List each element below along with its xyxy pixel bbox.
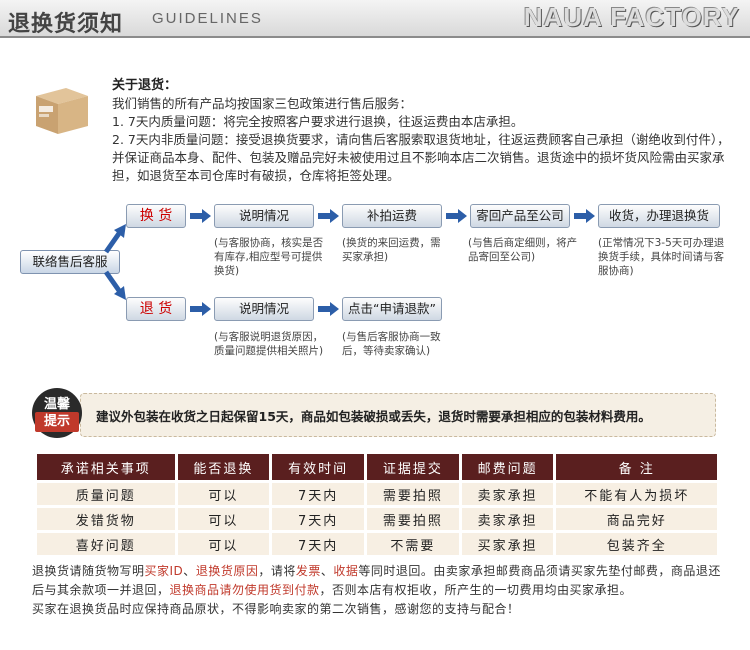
table-cell: 可以	[177, 508, 270, 530]
footer-highlight: 买家ID	[144, 564, 184, 578]
footer-notes: 退换货请随货物写明买家ID、退换货原因，请将发票、收据等同时退回。由卖家承担邮费…	[32, 562, 722, 619]
arrow-icon	[190, 213, 202, 219]
table-cell: 包装齐全	[556, 533, 717, 555]
table-header: 能否退换	[177, 454, 270, 480]
table-cell: 7天内	[272, 533, 365, 555]
exchange-note: (换货的来回运费，需买家承担)	[342, 237, 441, 263]
table-row: 喜好问题 可以 7天内 不需要 买家承担 包装齐全	[37, 533, 717, 555]
arrow-icon	[586, 209, 595, 223]
table-cell: 买家承担	[461, 533, 554, 555]
arrow-icon	[458, 209, 467, 223]
return-step: 点击“申请退款”	[342, 297, 442, 321]
intro-line: 2. 7天内非质量问题：接受退换货要求，请向售后客服索取退货地址，往返运费顾客自…	[112, 132, 730, 183]
table-cell: 发错货物	[37, 508, 175, 530]
tip-badge: 温馨 提示	[32, 388, 82, 438]
table-cell: 7天内	[272, 508, 365, 530]
tip-badge-bottom: 提示	[35, 412, 79, 432]
arrow-icon	[330, 302, 339, 316]
arrow-icon	[446, 213, 458, 219]
table-header: 有效时间	[272, 454, 365, 480]
table-cell: 可以	[177, 533, 270, 555]
return-node: 退 货	[126, 297, 186, 321]
exchange-note: (正常情况下3-5天可办理退换货手续，具体时间请与客服协商)	[598, 237, 725, 277]
arrow-icon	[318, 213, 330, 219]
arrow-icon	[202, 302, 211, 316]
footer-text: 退换货请随货物写明	[32, 564, 145, 578]
footer-highlight: 收据	[333, 564, 359, 578]
table-cell: 需要拍照	[367, 508, 459, 530]
footer-highlight: 退换货原因	[195, 564, 259, 578]
policy-table: 承诺相关事项 能否退换 有效时间 证据提交 邮费问题 备 注 质量问题 可以 7…	[34, 451, 720, 558]
footer-text: ，请将	[258, 564, 296, 578]
branch-arrows	[103, 224, 126, 300]
exchange-step: 说明情况	[214, 204, 314, 228]
return-note: (与客服说明退货原因，质量问题提供相关照片)	[214, 331, 324, 357]
tip-badge-top: 温馨	[43, 397, 70, 412]
table-header: 证据提交	[367, 454, 459, 480]
table-cell: 可以	[177, 483, 270, 505]
arrow-icon	[190, 306, 202, 312]
table-cell: 喜好问题	[37, 533, 175, 555]
intro-line: 1. 7天内质量问题：将完全按照客户要求进行退换，往返运费由本店承担。	[112, 114, 524, 129]
table-cell: 不能有人为损坏	[556, 483, 717, 505]
tip-text: 建议外包装在收货之日起保留15天，商品如包装破损或丢失，退货时需要承担相应的包装…	[96, 409, 651, 424]
exchange-note: (与售后商定细则，将产品寄回至公司)	[468, 237, 578, 263]
table-cell: 7天内	[272, 483, 365, 505]
intro-title: 关于退货：	[112, 78, 178, 93]
arrow-icon	[202, 209, 211, 223]
exchange-step: 补拍运费	[342, 204, 442, 228]
package-box-icon	[30, 78, 92, 140]
footer-paragraph: 买家在退换货品时应保持商品原状，不得影响卖家的第二次销售，感谢您的支持与配合！	[32, 602, 520, 616]
table-cell: 需要拍照	[367, 483, 459, 505]
footer-highlight: 退换商品请勿使用货到付款	[169, 583, 320, 597]
footer-paragraph: 退换货请随货物写明买家ID、退换货原因，请将发票、收据等同时退回。由卖家承担邮费…	[32, 562, 722, 600]
table-cell: 质量问题	[37, 483, 175, 505]
table-row: 质量问题 可以 7天内 需要拍照 卖家承担 不能有人为损坏	[37, 483, 717, 505]
arrow-icon	[574, 213, 586, 219]
brand-logo: NAUA FACTORY	[523, 2, 740, 32]
exchange-step: 寄回产品至公司	[470, 204, 570, 228]
table-header: 承诺相关事项	[37, 454, 175, 480]
intro-text: 我们销售的所有产品均按国家三包政策进行售后服务： 1. 7天内质量问题：将完全按…	[112, 95, 732, 185]
table-cell: 商品完好	[556, 508, 717, 530]
footer-highlight: 发票	[295, 564, 321, 578]
footer-text: ，否则本店有权拒收，所产生的一切费用均由买家承担。	[319, 583, 633, 597]
page-subtitle: GUIDELINES	[152, 10, 263, 27]
exchange-step: 收货，办理退换货	[598, 204, 720, 228]
footer-text: 、	[320, 564, 334, 578]
table-header: 备 注	[556, 454, 717, 480]
header-bar: 退换货须知 GUIDELINES NAUA FACTORY	[0, 0, 750, 38]
table-header-row: 承诺相关事项 能否退换 有效时间 证据提交 邮费问题 备 注	[37, 454, 717, 480]
arrow-icon	[318, 306, 330, 312]
footer-text: 、	[183, 564, 196, 578]
table-header: 邮费问题	[461, 454, 554, 480]
table-cell: 卖家承担	[461, 508, 554, 530]
table-row: 发错货物 可以 7天内 需要拍照 卖家承担 商品完好	[37, 508, 717, 530]
intro-line: 我们销售的所有产品均按国家三包政策进行售后服务：	[112, 96, 413, 111]
page-title: 退换货须知	[8, 12, 124, 37]
exchange-node: 换 货	[126, 204, 186, 228]
arrow-icon	[330, 209, 339, 223]
table-cell: 卖家承担	[461, 483, 554, 505]
table-cell: 不需要	[367, 533, 459, 555]
exchange-note: (与客服协商，核实是否有库存,相应型号可提供换货)	[214, 237, 324, 277]
return-note: (与售后客服协商一致后，等待卖家确认)	[342, 331, 441, 357]
return-step: 说明情况	[214, 297, 314, 321]
